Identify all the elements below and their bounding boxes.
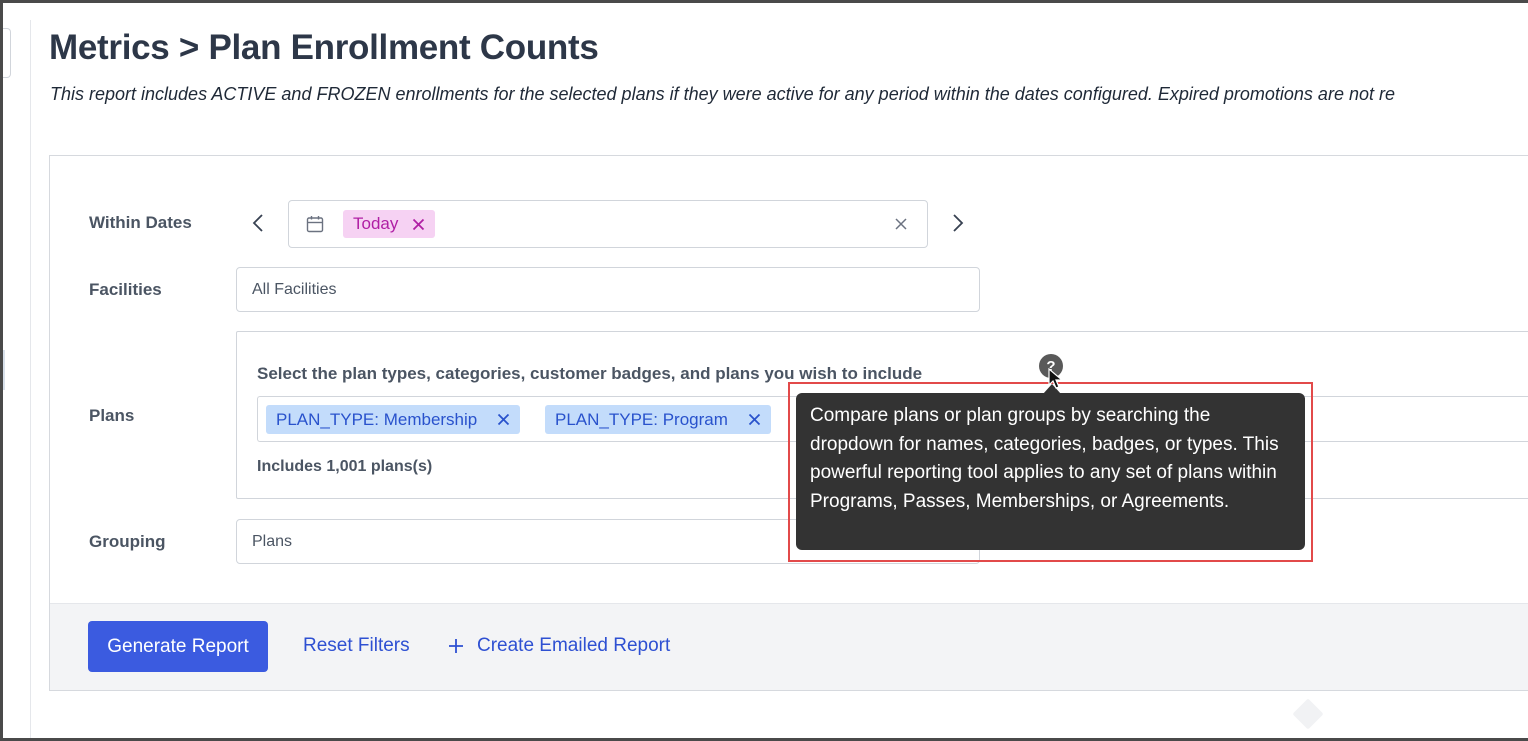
highlight-annotation-box [788, 382, 1313, 562]
generate-report-button[interactable]: Generate Report [88, 621, 268, 672]
clear-dates-icon[interactable] [895, 218, 907, 230]
next-date-button[interactable] [946, 211, 970, 235]
page-title: Metrics > Plan Enrollment Counts [49, 28, 599, 67]
plans-label: Plans [89, 406, 135, 425]
close-icon[interactable] [412, 218, 425, 231]
create-emailed-report-link[interactable]: Create Emailed Report [448, 635, 670, 657]
close-icon[interactable] [497, 413, 510, 426]
chevron-right-icon [953, 214, 964, 232]
close-icon[interactable] [748, 413, 761, 426]
facilities-select[interactable]: All Facilities [236, 267, 980, 312]
facilities-label: Facilities [89, 280, 162, 299]
calendar-icon [306, 216, 324, 233]
plans-heading: Select the plan types, categories, custo… [257, 364, 923, 383]
reset-filters-link[interactable]: Reset Filters [303, 635, 410, 657]
report-description: This report includes ACTIVE and FROZEN e… [50, 84, 1395, 104]
plus-icon [449, 639, 463, 653]
facilities-placeholder: All Facilities [252, 280, 337, 298]
sidebar-edge-marker [3, 350, 5, 390]
plan-tag-membership: PLAN_TYPE: Membership [266, 405, 521, 434]
plan-tag-program: PLAN_TYPE: Program [545, 405, 771, 434]
previous-date-button[interactable] [246, 211, 270, 235]
mouse-cursor-icon [1048, 368, 1064, 389]
within-dates-label: Within Dates [89, 213, 192, 232]
sidebar-divider [30, 20, 31, 741]
create-emailed-report-label: Create Emailed Report [477, 635, 671, 656]
grouping-label: Grouping [89, 532, 166, 551]
plan-tag-label: PLAN_TYPE: Membership [276, 409, 478, 429]
date-range-input[interactable]: Today [288, 200, 928, 248]
decorative-diamond [1292, 698, 1324, 730]
today-date-chip: Today [343, 210, 436, 238]
today-chip-label: Today [353, 214, 399, 233]
actions-footer: Generate Report Reset Filters Create Ema… [50, 603, 1528, 690]
chevron-left-icon [252, 214, 263, 232]
plan-tag-label: PLAN_TYPE: Program [555, 409, 728, 429]
grouping-value: Plans [252, 532, 293, 550]
plans-count: Includes 1,001 plans(s) [257, 458, 433, 475]
collapsed-sidebar-tab[interactable] [0, 28, 11, 78]
